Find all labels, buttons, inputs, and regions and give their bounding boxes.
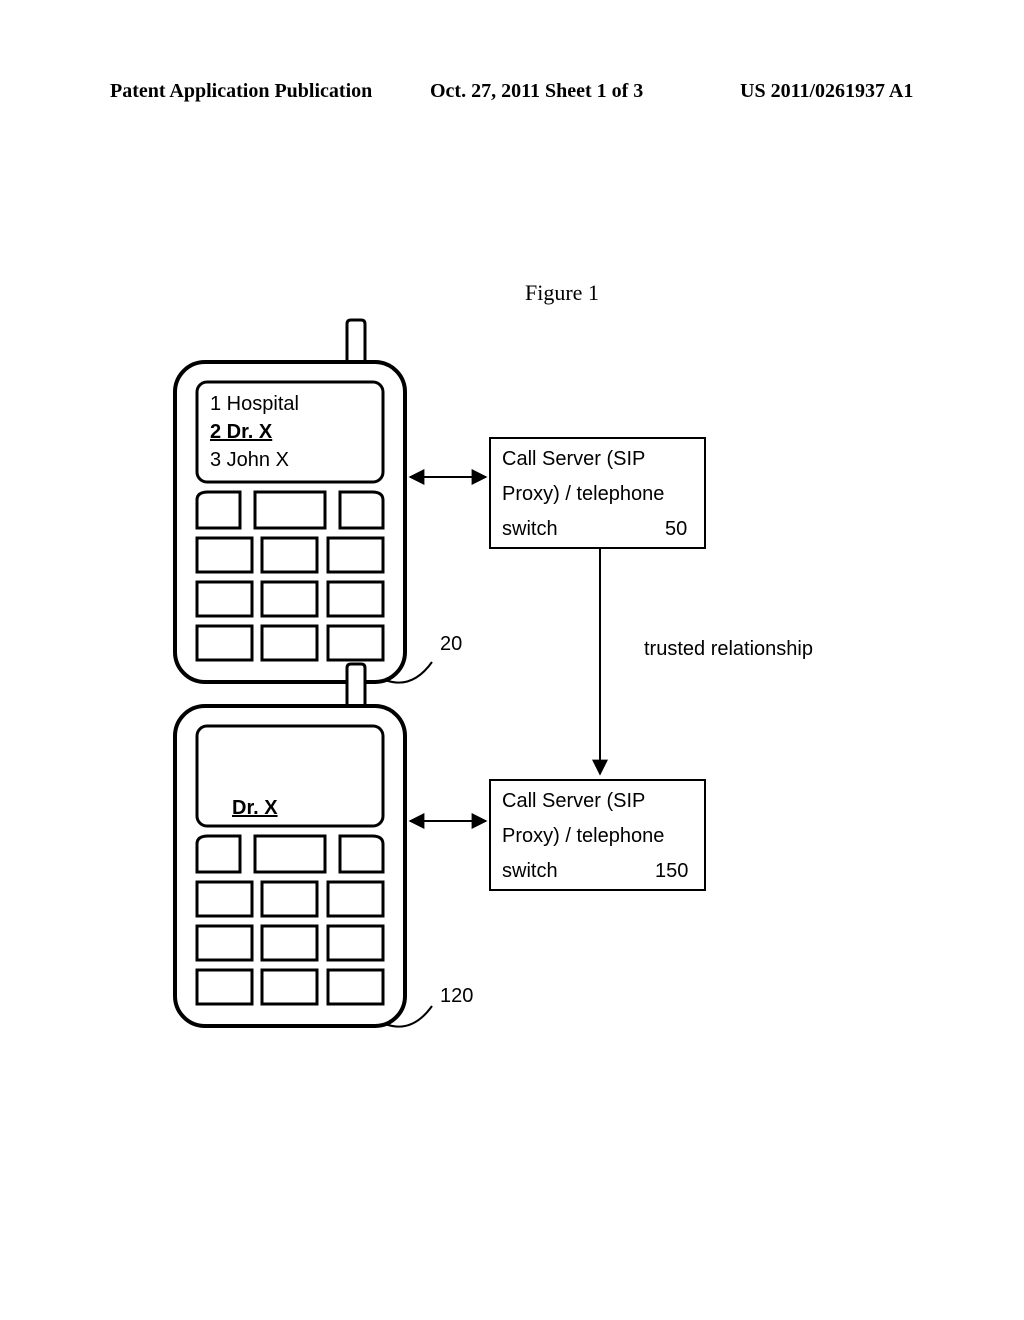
keypad-bottom xyxy=(197,882,383,1004)
server-top-ref: 50 xyxy=(665,518,687,540)
keypad-softkeys-bottom xyxy=(197,836,383,872)
sheet-label: Oct. 27, 2011 Sheet 1 of 3 xyxy=(430,80,643,103)
contact-1: 1 Hospital xyxy=(210,393,299,415)
contact-3: 3 John X xyxy=(210,449,289,471)
trusted-relationship-label: trusted relationship xyxy=(644,638,813,660)
server-bottom-box: Call Server (SIP Proxy) / telephone swit… xyxy=(490,780,705,890)
server-bottom-ref: 150 xyxy=(655,860,688,882)
server-bottom-line1: Call Server (SIP xyxy=(502,790,645,812)
phone-bottom: Dr. X xyxy=(175,664,405,1026)
keypad xyxy=(197,538,383,660)
keypad-softkeys xyxy=(197,492,383,528)
server-bottom-line2: Proxy) / telephone xyxy=(502,825,664,847)
contact-2-selected: 2 Dr. X xyxy=(210,421,273,443)
ref-20-label: 20 xyxy=(440,633,462,655)
server-top-line3: switch xyxy=(502,518,558,540)
page: Patent Application Publication Oct. 27, … xyxy=(0,0,1024,1320)
phone-bottom-display: Dr. X xyxy=(232,797,278,819)
server-top-line1: Call Server (SIP xyxy=(502,448,645,470)
server-top-box: Call Server (SIP Proxy) / telephone swit… xyxy=(490,438,705,548)
server-bottom-line3: switch xyxy=(502,860,558,882)
figure-1-diagram: 1 Hospital 2 Dr. X 3 John X xyxy=(140,310,920,1050)
publication-label: Patent Application Publication xyxy=(110,80,372,103)
figure-caption: Figure 1 xyxy=(525,280,599,306)
server-top-line2: Proxy) / telephone xyxy=(502,483,664,505)
patent-number: US 2011/0261937 A1 xyxy=(740,80,913,103)
phone-top: 1 Hospital 2 Dr. X 3 John X xyxy=(175,320,405,682)
ref-120-label: 120 xyxy=(440,985,473,1007)
